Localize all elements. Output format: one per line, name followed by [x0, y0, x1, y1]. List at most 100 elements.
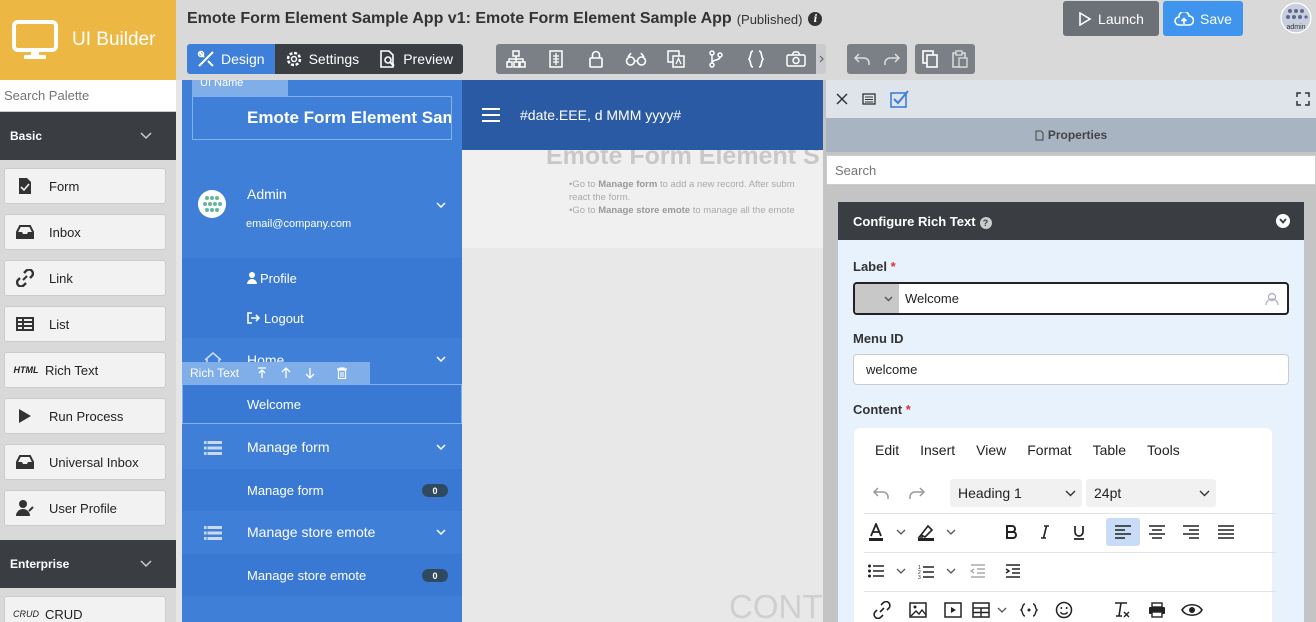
expand-button[interactable]	[1296, 92, 1310, 106]
palette-item-rich-text[interactable]: HTML Rich Text	[4, 352, 166, 388]
insert-emoticon-button[interactable]	[1046, 601, 1082, 619]
align-left-button[interactable]	[1106, 518, 1140, 546]
tree-button[interactable]	[496, 44, 536, 74]
user-avatar[interactable]: admin	[1280, 2, 1312, 34]
insert-table-button[interactable]	[970, 602, 992, 618]
tab-settings[interactable]: Settings	[274, 44, 370, 74]
palette-item-inbox[interactable]: Inbox	[4, 214, 166, 250]
language-select[interactable]	[855, 284, 899, 313]
hamburger-icon[interactable]	[482, 108, 500, 122]
toolbar-overflow-arrow[interactable]	[816, 44, 826, 74]
menu-table[interactable]: Table	[1093, 442, 1126, 458]
menu-tools[interactable]: Tools	[1147, 442, 1180, 458]
close-button[interactable]	[836, 93, 848, 105]
outdent-button[interactable]	[964, 564, 992, 578]
save-button[interactable]: Save	[1163, 1, 1243, 36]
profile-link[interactable]: Profile	[182, 258, 462, 298]
info-icon[interactable]: i	[808, 12, 823, 26]
apply-button[interactable]	[890, 90, 910, 108]
menu-category-manage-store-emote[interactable]: Manage store emote	[182, 511, 462, 553]
insert-media-button[interactable]	[936, 602, 970, 618]
menu-category-manage-form[interactable]: Manage form	[182, 426, 462, 468]
section-header[interactable]: Configure Rich Text?	[838, 202, 1304, 240]
text-color-dropdown[interactable]	[888, 529, 914, 535]
palette-item-universal-inbox[interactable]: Universal Inbox	[4, 444, 166, 480]
highlight-dropdown[interactable]	[938, 529, 964, 535]
insert-link-button[interactable]	[864, 601, 900, 619]
bullet-list-button[interactable]	[864, 564, 888, 578]
logout-link[interactable]: Logout	[182, 298, 462, 338]
contact-picker-icon[interactable]	[1265, 292, 1279, 306]
menu-category-home[interactable]: Home	[182, 342, 462, 362]
menu-id-input[interactable]: welcome	[853, 354, 1289, 385]
bold-button[interactable]	[994, 525, 1028, 539]
screenshot-button[interactable]	[776, 44, 816, 74]
numbered-list-dropdown[interactable]	[938, 568, 964, 574]
properties-search-input[interactable]	[826, 155, 1316, 185]
copy-button[interactable]	[915, 44, 945, 74]
clear-formatting-button[interactable]	[1104, 602, 1140, 618]
app-name[interactable]: Emote Form Element Sample App	[192, 96, 452, 140]
insert-table-dropdown[interactable]	[992, 607, 1012, 613]
undo-button[interactable]	[864, 486, 898, 500]
palette-search-input[interactable]	[0, 80, 176, 112]
menu-insert[interactable]: Insert	[920, 442, 955, 458]
menu-item-manage-store-emote[interactable]: Manage store emote 0	[182, 554, 462, 596]
preview-button[interactable]	[1174, 603, 1210, 617]
palette-item-form[interactable]: Form	[4, 168, 166, 204]
arrow-up-icon[interactable]	[281, 367, 291, 379]
palette-item-link[interactable]: Link	[4, 260, 166, 296]
palette-item-crud[interactable]: CRUD CRUD	[4, 596, 166, 622]
label-input[interactable]: Welcome	[853, 282, 1289, 315]
tab-design[interactable]: Design	[187, 44, 275, 74]
bullet-list-icon	[868, 564, 884, 578]
category-basic[interactable]: Basic	[0, 112, 176, 160]
align-right-button[interactable]	[1174, 525, 1208, 539]
launch-button[interactable]: Launch	[1063, 1, 1159, 36]
menu-item-welcome[interactable]: Welcome	[182, 384, 462, 424]
permission-button[interactable]	[576, 44, 616, 74]
underline-button[interactable]	[1062, 525, 1096, 540]
justify-button[interactable]	[1208, 525, 1244, 539]
view-toggle-button[interactable]	[862, 93, 876, 105]
italic-button[interactable]	[1028, 525, 1062, 539]
category-enterprise[interactable]: Enterprise	[0, 540, 176, 588]
palette-item-run-process[interactable]: Run Process	[4, 398, 166, 434]
tab-preview[interactable]: Preview	[369, 44, 463, 74]
bullet-list-dropdown[interactable]	[888, 568, 914, 574]
align-center-button[interactable]	[1140, 525, 1174, 539]
arrow-down-icon[interactable]	[305, 367, 315, 379]
text-color-button[interactable]	[864, 523, 888, 541]
ui-name-tag[interactable]: UI Name	[192, 80, 288, 96]
branch-button[interactable]	[696, 44, 736, 74]
find-button[interactable]	[616, 44, 656, 74]
block-format-select[interactable]: Heading 1	[950, 479, 1082, 507]
translate-button[interactable]	[656, 44, 696, 74]
menu-view[interactable]: View	[976, 442, 1006, 458]
palette-item-user-profile[interactable]: User Profile	[4, 490, 166, 526]
user-menu[interactable]: Admin email@company.com	[182, 178, 462, 240]
move-to-top-icon[interactable]	[257, 367, 267, 379]
trash-icon[interactable]	[337, 367, 348, 379]
highlight-button[interactable]	[914, 523, 938, 541]
paste-button[interactable]	[945, 44, 975, 74]
redo-button[interactable]	[898, 486, 936, 500]
font-size-select[interactable]: 24pt	[1086, 479, 1216, 507]
undo-button[interactable]	[847, 44, 877, 74]
numbered-list-button[interactable]: 123	[914, 564, 938, 579]
date-display: #date.EEE, d MMM yyyy#	[520, 107, 682, 123]
help-icon[interactable]: ?	[979, 216, 992, 229]
json-button[interactable]	[736, 44, 776, 74]
print-button[interactable]	[1140, 602, 1174, 618]
properties-button[interactable]	[536, 44, 576, 74]
menu-item-manage-form[interactable]: Manage form 0	[182, 469, 462, 511]
palette-item-list[interactable]: List	[4, 306, 166, 342]
insert-variable-button[interactable]	[1012, 603, 1046, 617]
menu-edit[interactable]: Edit	[875, 442, 899, 458]
redo-button[interactable]	[877, 44, 907, 74]
collapse-toggle-icon[interactable]	[1276, 214, 1290, 228]
file-icon	[1035, 130, 1044, 140]
insert-image-button[interactable]	[900, 602, 936, 618]
menu-format[interactable]: Format	[1027, 442, 1071, 458]
indent-button[interactable]	[992, 564, 1034, 578]
